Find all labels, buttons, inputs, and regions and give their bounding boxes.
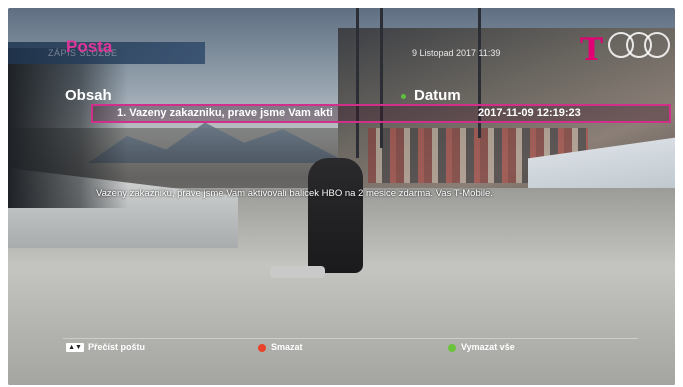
delete-all-label: Vymazat vše: [461, 342, 515, 352]
red-button-icon: [258, 343, 266, 352]
current-date: 9 Listopad 2017 11:39: [412, 48, 501, 58]
background-sled: [270, 266, 325, 278]
delete-action[interactable]: Smazat: [258, 342, 303, 352]
olympic-rings-logo: [606, 30, 670, 66]
up-down-arrows-icon: ▲▼: [66, 343, 84, 353]
background-shadow: [8, 48, 128, 208]
column-header-date: Datum: [414, 87, 461, 104]
message-subject: 1. Vazeny zakazniku, prave jsme Vam akti: [117, 107, 333, 119]
page-title: Posta: [66, 37, 113, 56]
green-button-icon: [448, 343, 456, 352]
background-post: [380, 8, 383, 148]
status-dot: [401, 94, 406, 99]
column-header-content: Obsah: [65, 87, 112, 104]
delete-all-action[interactable]: Vymazat vše: [448, 342, 515, 352]
message-date: 2017-11-09 12:19:23: [478, 107, 581, 119]
delete-label: Smazat: [271, 342, 303, 352]
message-body: Vazeny zakazniku, prave jsme Vam aktivov…: [96, 188, 493, 199]
footer-divider: [63, 338, 638, 339]
t-mobile-logo: T: [580, 32, 603, 68]
background-athlete: [308, 158, 363, 273]
read-mail-action[interactable]: ▲▼ Přečíst poštu: [66, 342, 146, 353]
message-list-item[interactable]: 1. Vazeny zakazniku, prave jsme Vam akti…: [91, 104, 671, 123]
tv-screen: ZÁPIS SLUŽBE Posta 9 Listopad 2017 11:39…: [8, 8, 675, 385]
read-mail-label: Přečíst poštu: [88, 342, 146, 352]
background-post: [356, 8, 359, 158]
